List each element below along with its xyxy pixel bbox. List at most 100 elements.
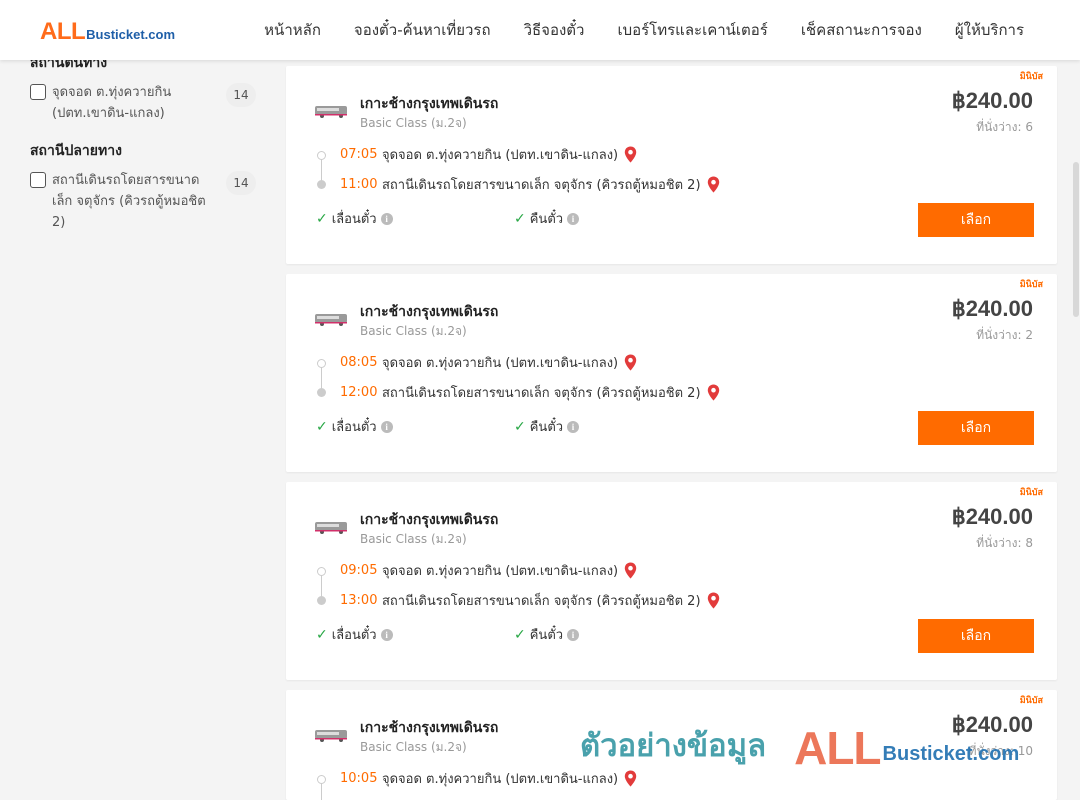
reschedule-feature: ✓ เลื่อนตั๋ว i <box>316 208 393 229</box>
origin-dot-icon <box>317 151 326 160</box>
check-icon: ✓ <box>316 418 328 435</box>
arrival-time: 11:00 <box>340 176 378 192</box>
scrollbar-thumb[interactable] <box>1073 162 1079 317</box>
trip-card: มินิบัส เกาะช้างกรุงเทพเดินรถ Basic Clas… <box>286 690 1057 800</box>
trip-card: มินิบัส เกาะช้างกรุงเทพเดินรถ Basic Clas… <box>286 482 1057 680</box>
reschedule-feature: ✓ เลื่อนตั๋ว i <box>316 416 393 437</box>
departure-time: 07:05 <box>340 146 378 162</box>
origin-dot-icon <box>317 775 326 784</box>
origin-stop: 10:05 จุดจอด ต.ทุ่งควายกิน (ปตท.เขาดิน-แ… <box>340 768 637 788</box>
origin-stop-name: จุดจอด ต.ทุ่งควายกิน (ปตท.เขาดิน-แกลง) <box>382 771 619 787</box>
trip-price: ฿240.00 <box>951 504 1033 529</box>
departure-time: 08:05 <box>340 354 378 370</box>
minibus-badge: มินิบัส <box>1019 72 1043 82</box>
map-pin-icon[interactable] <box>624 770 637 787</box>
operator-name: เกาะช้างกรุงเทพเดินรถ <box>360 720 499 736</box>
destination-filter-label[interactable]: สถานีเดินรถโดยสารขนาดเล็ก จตุจักร (คิวรถ… <box>52 170 212 233</box>
select-trip-button[interactable]: เลือก <box>918 619 1034 653</box>
destination-stop-name: สถานีเดินรถโดยสารขนาดเล็ก จตุจักร (คิวรถ… <box>382 593 701 609</box>
origin-stop: 09:05 จุดจอด ต.ทุ่งควายกิน (ปตท.เขาดิน-แ… <box>340 560 637 580</box>
destination-checkbox[interactable] <box>30 172 46 188</box>
bus-operator-logo-icon <box>315 522 347 534</box>
info-icon[interactable]: i <box>380 420 393 433</box>
nav-operators[interactable]: ผู้ให้บริการ <box>955 18 1024 42</box>
origin-dot-icon <box>317 359 326 368</box>
origin-filter-option[interactable]: จุดจอด ต.ทุ่งควายกิน (ปตท.เขาดิน-แกลง) 1… <box>30 82 256 124</box>
minibus-badge: มินิบัส <box>1019 488 1043 498</box>
arrival-time: 13:00 <box>340 592 378 608</box>
map-pin-icon[interactable] <box>624 146 637 163</box>
operator-name: เกาะช้างกรุงเทพเดินรถ <box>360 304 499 320</box>
check-icon: ✓ <box>316 210 328 227</box>
destination-count-badge: 14 <box>226 171 256 195</box>
check-icon: ✓ <box>514 626 526 643</box>
bus-class: Basic Class (ม.2จ) <box>360 324 467 338</box>
operator-name: เกาะช้างกรุงเทพเดินรถ <box>360 96 499 112</box>
check-icon: ✓ <box>514 418 526 435</box>
map-pin-icon[interactable] <box>624 354 637 371</box>
reschedule-label: เลื่อนตั๋ว <box>331 420 377 435</box>
refund-label: คืนตั๋ว <box>529 212 564 227</box>
destination-stop: 11:00 สถานีเดินรถโดยสารขนาดเล็ก จตุจักร … <box>340 174 720 194</box>
info-icon[interactable]: i <box>567 420 580 433</box>
trip-card: มินิบัส เกาะช้างกรุงเทพเดินรถ Basic Clas… <box>286 66 1057 264</box>
destination-filter-title: สถานีปลายทาง <box>30 143 122 159</box>
origin-stop: 07:05 จุดจอด ต.ทุ่งควายกิน (ปตท.เขาดิน-แ… <box>340 144 637 164</box>
minibus-badge: มินิบัส <box>1019 696 1043 706</box>
reschedule-feature: ✓ เลื่อนตั๋ว i <box>316 624 393 645</box>
map-pin-icon[interactable] <box>624 562 637 579</box>
origin-filter-label[interactable]: จุดจอด ต.ทุ่งควายกิน (ปตท.เขาดิน-แกลง) <box>52 82 212 124</box>
minibus-badge: มินิบัส <box>1019 280 1043 290</box>
destination-dot-icon <box>317 596 326 605</box>
destination-dot-icon <box>317 180 326 189</box>
check-icon: ✓ <box>514 210 526 227</box>
destination-stop-name: สถานีเดินรถโดยสารขนาดเล็ก จตุจักร (คิวรถ… <box>382 385 701 401</box>
select-trip-button[interactable]: เลือก <box>918 411 1034 445</box>
info-icon[interactable]: i <box>567 212 580 225</box>
site-logo[interactable]: ALL Busticket.com <box>40 18 175 46</box>
check-icon: ✓ <box>316 626 328 643</box>
bus-operator-logo-icon <box>315 106 347 118</box>
map-pin-icon[interactable] <box>707 384 720 401</box>
seats-available: ที่นั่งว่าง: 6 <box>976 120 1033 134</box>
map-pin-icon[interactable] <box>707 176 720 193</box>
departure-time: 09:05 <box>340 562 378 578</box>
destination-dot-icon <box>317 388 326 397</box>
nav-check-booking[interactable]: เช็คสถานะการจอง <box>801 18 922 42</box>
destination-stop: 12:00 สถานีเดินรถโดยสารขนาดเล็ก จตุจักร … <box>340 382 720 402</box>
main-nav: หน้าหลัก จองตั๋ว-ค้นหาเที่ยวรถ วิธีจองตั… <box>264 0 1024 60</box>
operator-name: เกาะช้างกรุงเทพเดินรถ <box>360 512 499 528</box>
nav-home[interactable]: หน้าหลัก <box>264 18 321 42</box>
trip-price: ฿240.00 <box>951 296 1033 321</box>
seats-available: ที่นั่งว่าง: 10 <box>968 744 1033 758</box>
refund-label: คืนตั๋ว <box>529 628 564 643</box>
trip-price: ฿240.00 <box>951 712 1033 737</box>
departure-time: 10:05 <box>340 770 378 786</box>
bus-operator-logo-icon <box>315 314 347 326</box>
filter-sidebar: สถานีต้นทาง จุดจอด ต.ทุ่งควายกิน (ปตท.เข… <box>30 52 256 249</box>
nav-phone-counters[interactable]: เบอร์โทรและเคาน์เตอร์ <box>617 18 767 42</box>
destination-stop-name: สถานีเดินรถโดยสารขนาดเล็ก จตุจักร (คิวรถ… <box>382 177 701 193</box>
map-pin-icon[interactable] <box>707 592 720 609</box>
destination-filter-option[interactable]: สถานีเดินรถโดยสารขนาดเล็ก จตุจักร (คิวรถ… <box>30 170 256 233</box>
destination-stop: 13:00 สถานีเดินรถโดยสารขนาดเล็ก จตุจักร … <box>340 590 720 610</box>
bus-operator-logo-icon <box>315 730 347 742</box>
logo-all-text: ALL <box>40 18 86 45</box>
nav-book-search[interactable]: จองตั๋ว-ค้นหาเที่ยวรถ <box>354 18 491 42</box>
origin-checkbox[interactable] <box>30 84 46 100</box>
refund-feature: ✓ คืนตั๋ว i <box>514 416 580 437</box>
origin-stop: 08:05 จุดจอด ต.ทุ่งควายกิน (ปตท.เขาดิน-แ… <box>340 352 637 372</box>
info-icon[interactable]: i <box>380 212 393 225</box>
bus-class: Basic Class (ม.2จ) <box>360 740 467 754</box>
origin-dot-icon <box>317 567 326 576</box>
origin-stop-name: จุดจอด ต.ทุ่งควายกิน (ปตท.เขาดิน-แกลง) <box>382 355 619 371</box>
info-icon[interactable]: i <box>380 628 393 641</box>
logo-sub-text: Busticket.com <box>86 27 176 42</box>
bus-class: Basic Class (ม.2จ) <box>360 532 467 546</box>
info-icon[interactable]: i <box>567 628 580 641</box>
top-navbar: ALL Busticket.com หน้าหลัก จองตั๋ว-ค้นหา… <box>0 0 1080 60</box>
reschedule-label: เลื่อนตั๋ว <box>331 212 377 227</box>
select-trip-button[interactable]: เลือก <box>918 203 1034 237</box>
bus-class: Basic Class (ม.2จ) <box>360 116 467 130</box>
nav-how-to-book[interactable]: วิธีจองตั๋ว <box>524 18 585 42</box>
